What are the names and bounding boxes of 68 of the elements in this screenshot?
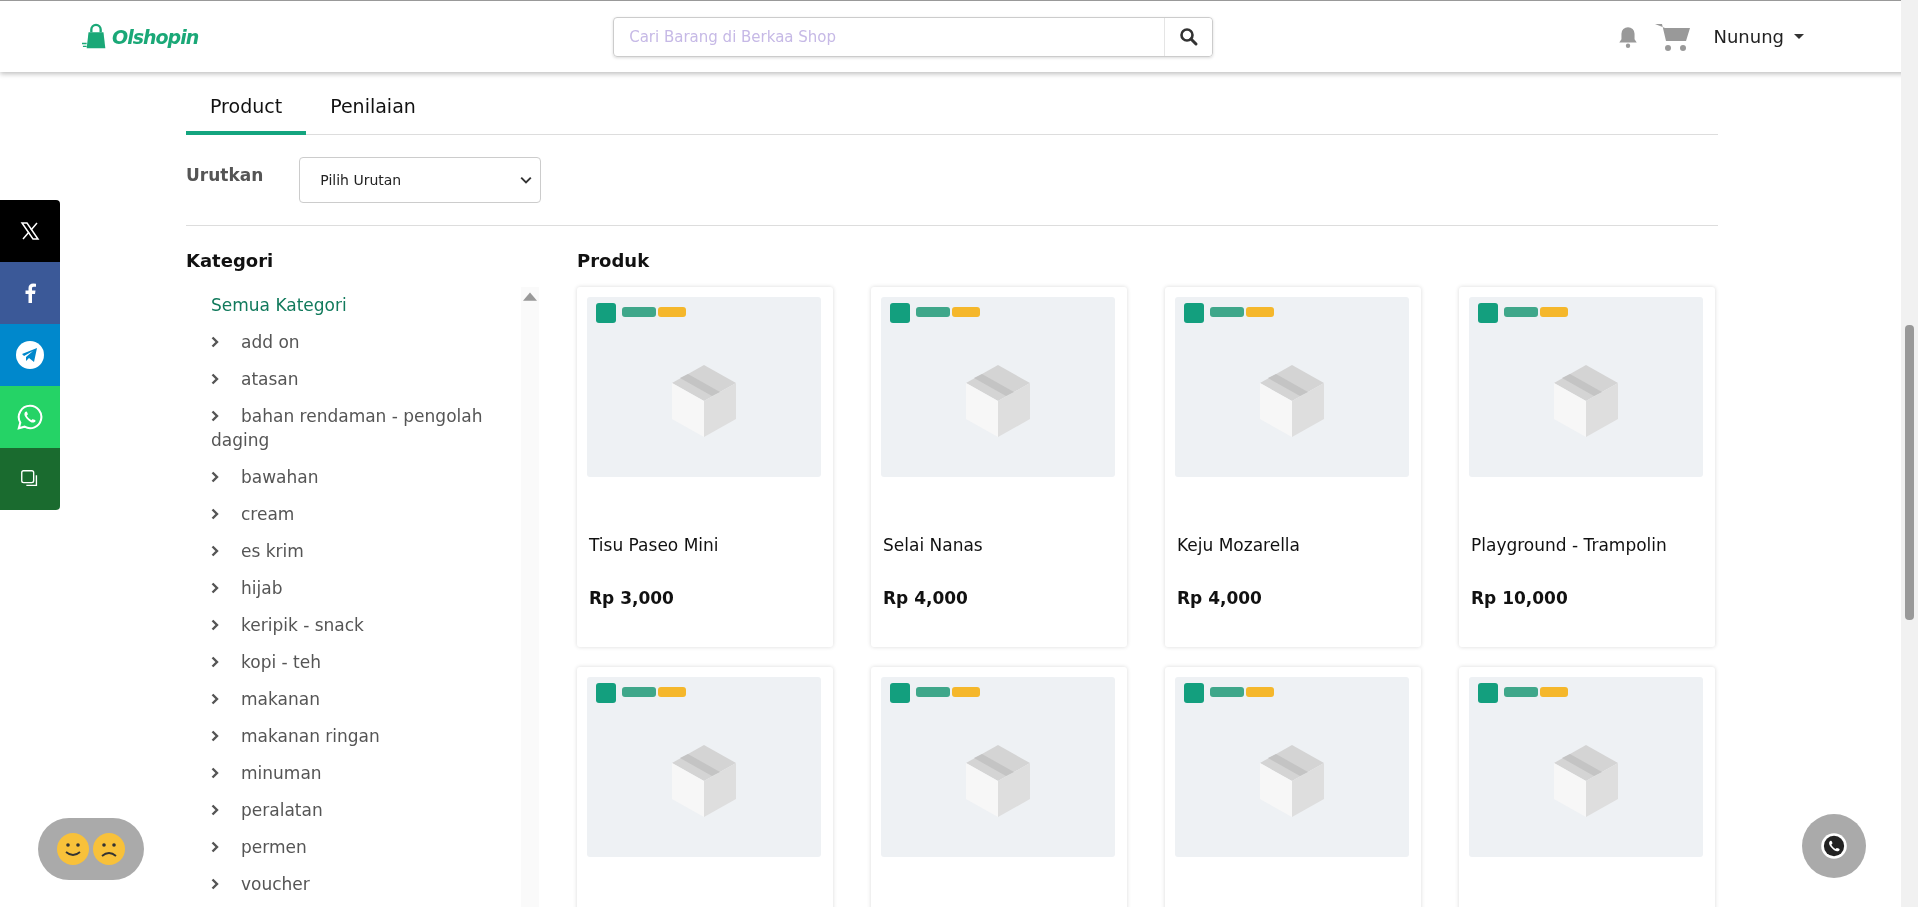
product-name: Tisu Paseo Mini bbox=[589, 535, 720, 555]
product-card[interactable]: Tisu Paseo Mini Rp 3,000 bbox=[577, 287, 833, 647]
chevron-right-icon bbox=[211, 693, 219, 705]
category-item[interactable]: makanan ringan bbox=[211, 718, 521, 755]
tab[interactable]: Product bbox=[186, 81, 307, 135]
category-item[interactable]: makanan bbox=[211, 681, 521, 718]
category-item[interactable]: kopi - teh bbox=[211, 644, 521, 681]
chevron-right-icon bbox=[211, 619, 219, 631]
facebook-share-button[interactable] bbox=[0, 262, 60, 324]
telegram-share-button[interactable] bbox=[0, 324, 60, 386]
chevron-right-icon bbox=[211, 336, 219, 348]
category-item[interactable]: add on bbox=[211, 324, 521, 361]
scroll-up-icon[interactable] bbox=[523, 291, 537, 301]
category-item[interactable]: voucher bbox=[211, 866, 521, 903]
chevron-right-icon bbox=[211, 373, 219, 385]
chevron-right-icon bbox=[211, 804, 219, 816]
category-item[interactable]: hijab bbox=[211, 570, 521, 607]
category-item[interactable]: peralatan bbox=[211, 792, 521, 829]
chevron-right-icon bbox=[211, 841, 219, 853]
category-item[interactable]: minuman bbox=[211, 755, 521, 792]
whatsapp-icon bbox=[16, 403, 44, 431]
chevron-right-icon bbox=[211, 410, 219, 422]
search-icon bbox=[1178, 26, 1199, 47]
product-heading: Produk bbox=[577, 250, 651, 271]
sort-dropdown[interactable]: Pilih Urutan bbox=[299, 157, 542, 203]
chevron-right-icon bbox=[211, 471, 219, 483]
product-price: Rp 4,000 bbox=[1177, 588, 1263, 608]
whatsapp-icon bbox=[1818, 830, 1850, 862]
category-item[interactable]: es krim bbox=[211, 533, 521, 570]
copy-share-button[interactable] bbox=[0, 448, 60, 510]
category-item[interactable]: cream bbox=[211, 496, 521, 533]
chevron-right-icon bbox=[211, 656, 219, 668]
paper-plane-icon bbox=[15, 340, 45, 370]
x-logo-icon bbox=[20, 221, 40, 241]
product-name: Keju Mozarella bbox=[1177, 535, 1301, 555]
product-card[interactable]: Selai Nanas Rp 4,000 bbox=[871, 287, 1127, 647]
facebook-icon bbox=[24, 283, 36, 303]
category-item[interactable]: permen bbox=[211, 829, 521, 866]
user-menu[interactable]: Nunung bbox=[1707, 25, 1810, 48]
chevron-right-icon bbox=[211, 508, 219, 520]
category-item[interactable]: Semua Kategori bbox=[211, 287, 521, 324]
scrollbar[interactable] bbox=[521, 287, 539, 907]
category-heading: Kategori bbox=[186, 250, 275, 271]
product-name: Playground - Trampolin bbox=[1471, 535, 1668, 555]
product-card[interactable]: Keju Mozarella Rp 4,000 bbox=[1165, 287, 1421, 647]
product-price: Rp 4,000 bbox=[883, 588, 969, 608]
tab[interactable]: Penilaian bbox=[306, 81, 440, 135]
chevron-right-icon bbox=[211, 545, 219, 557]
product-price: Rp 3,000 bbox=[589, 588, 675, 608]
sort-label: Urutkan bbox=[186, 165, 264, 185]
chevron-right-icon bbox=[211, 730, 219, 742]
chevron-right-icon bbox=[211, 582, 219, 594]
page-scrollbar[interactable] bbox=[1901, 0, 1918, 907]
category-item[interactable]: atasan bbox=[211, 361, 521, 398]
product-card[interactable]: Playground - Trampolin Rp 10,000 bbox=[1459, 287, 1715, 647]
x-share-button[interactable] bbox=[0, 200, 60, 262]
smiley-faces-icon bbox=[55, 831, 127, 867]
category-item[interactable]: bahan rendaman - pengolah daging bbox=[211, 398, 521, 459]
chevron-down-icon bbox=[520, 176, 533, 184]
brand-name: Olshopin bbox=[112, 25, 199, 48]
product-price: Rp 10,000 bbox=[1471, 588, 1569, 608]
chevron-right-icon bbox=[211, 878, 219, 890]
product-name: Selai Nanas bbox=[883, 535, 984, 555]
chevron-right-icon bbox=[211, 767, 219, 779]
category-item[interactable]: bawahan bbox=[211, 459, 521, 496]
whatsapp-share-button[interactable] bbox=[0, 386, 60, 448]
category-item[interactable]: keripik - snack bbox=[211, 607, 521, 644]
search-button[interactable] bbox=[1164, 17, 1213, 56]
